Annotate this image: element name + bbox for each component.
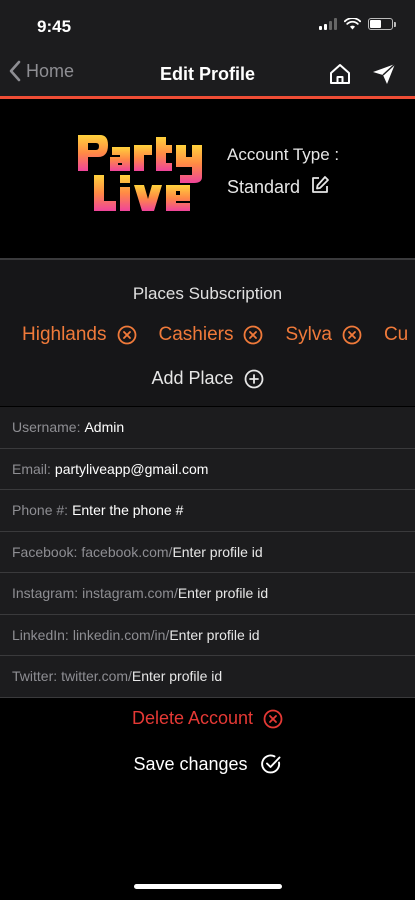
close-circle-icon: [342, 325, 362, 345]
home-indicator[interactable]: [134, 884, 282, 889]
place-chip-label: Cashiers: [158, 324, 234, 345]
place-chip-label: Highlands: [22, 324, 107, 345]
places-subscription: Places Subscription Highlands Cashiers S…: [0, 260, 415, 406]
linkedin-label: LinkedIn:: [12, 626, 69, 643]
wifi-icon: [344, 18, 361, 30]
plus-circle-icon: [244, 369, 263, 388]
twitter-input[interactable]: Enter profile id: [132, 668, 222, 684]
email-label: Email:: [12, 460, 51, 477]
instagram-field[interactable]: Instagram: instagram.com/ Enter profile …: [0, 573, 415, 615]
facebook-field[interactable]: Facebook: facebook.com/ Enter profile id: [0, 531, 415, 573]
remove-place-button[interactable]: [342, 325, 362, 345]
battery-icon: [368, 18, 396, 30]
facebook-label: Facebook:: [12, 543, 78, 560]
save-changes-label: Save changes: [133, 753, 248, 774]
check-circle-icon: [260, 754, 280, 774]
phone-input[interactable]: Enter the phone #: [72, 502, 183, 518]
twitter-label: Twitter:: [12, 668, 58, 685]
account-type-label: Account Type :: [227, 145, 340, 164]
signal-icon: [319, 18, 337, 30]
email-field[interactable]: Email: partyliveapp@gmail.com: [0, 448, 415, 490]
status-icons: [319, 18, 396, 30]
edit-account-type-button[interactable]: [310, 175, 330, 200]
remove-place-button[interactable]: [117, 325, 137, 345]
back-label: Home: [26, 60, 75, 81]
facebook-input[interactable]: Enter profile id: [172, 544, 262, 560]
share-button[interactable]: [371, 62, 397, 91]
linkedin-prefix: linkedin.com/in/: [72, 626, 170, 643]
chevron-left-icon: [9, 60, 21, 82]
facebook-prefix: facebook.com/: [81, 543, 173, 560]
username-value[interactable]: Admin: [84, 419, 124, 435]
place-chip-partial[interactable]: Cu: [384, 324, 408, 346]
place-chip-label: Sylva: [285, 324, 332, 345]
twitter-prefix: twitter.com/: [61, 668, 132, 685]
add-place-label: Add Place: [151, 368, 234, 388]
close-circle-icon: [263, 709, 283, 728]
place-chip-sylva: Sylva: [285, 324, 362, 346]
instagram-prefix: instagram.com/: [82, 585, 178, 602]
remove-place-button[interactable]: [243, 325, 263, 345]
navigation-bar: Home Edit Profile: [0, 56, 415, 96]
status-time: 9:45: [37, 17, 72, 36]
delete-account-label: Delete Account: [131, 708, 254, 728]
linkedin-input[interactable]: Enter profile id: [169, 627, 259, 643]
home-button[interactable]: [328, 62, 352, 91]
paper-plane-icon: [373, 63, 396, 84]
places-title: Places Subscription: [132, 284, 283, 303]
instagram-input[interactable]: Enter profile id: [178, 585, 268, 601]
add-place-button[interactable]: Add Place: [0, 368, 415, 389]
back-button[interactable]: Home: [8, 60, 74, 82]
close-circle-icon: [244, 325, 263, 345]
email-value[interactable]: partyliveapp@gmail.com: [55, 461, 209, 477]
phone-label: Phone #:: [12, 502, 69, 519]
top-bar: 9:45 Home Edit Profile: [0, 0, 415, 99]
place-chip-cashiers: Cashiers: [159, 324, 264, 346]
twitter-field[interactable]: Twitter: twitter.com/ Enter profile id: [0, 656, 415, 698]
instagram-label: Instagram:: [12, 585, 79, 602]
phone-field[interactable]: Phone #: Enter the phone #: [0, 490, 415, 532]
home-icon: [330, 64, 350, 84]
profile-header: Account Type : Standard: [0, 99, 415, 259]
place-chips: Highlands Cashiers Sylva Cu: [22, 324, 415, 346]
edit-icon: [312, 176, 329, 193]
partylive-logo: [78, 135, 202, 211]
profile-fields: Username: Admin Email: partyliveapp@gmai…: [0, 407, 415, 698]
save-changes-button[interactable]: Save changes: [0, 753, 415, 775]
linkedin-field[interactable]: LinkedIn: linkedin.com/in/ Enter profile…: [0, 614, 415, 656]
close-circle-icon: [117, 325, 136, 345]
place-chip-highlands: Highlands: [22, 324, 137, 346]
delete-account-button[interactable]: Delete Account: [0, 708, 415, 729]
place-chip-label: Cu: [383, 324, 409, 345]
username-field[interactable]: Username: Admin: [0, 407, 415, 449]
username-label: Username:: [12, 419, 81, 436]
account-type-row: Standard: [227, 175, 330, 200]
account-type-value: Standard: [227, 177, 301, 197]
